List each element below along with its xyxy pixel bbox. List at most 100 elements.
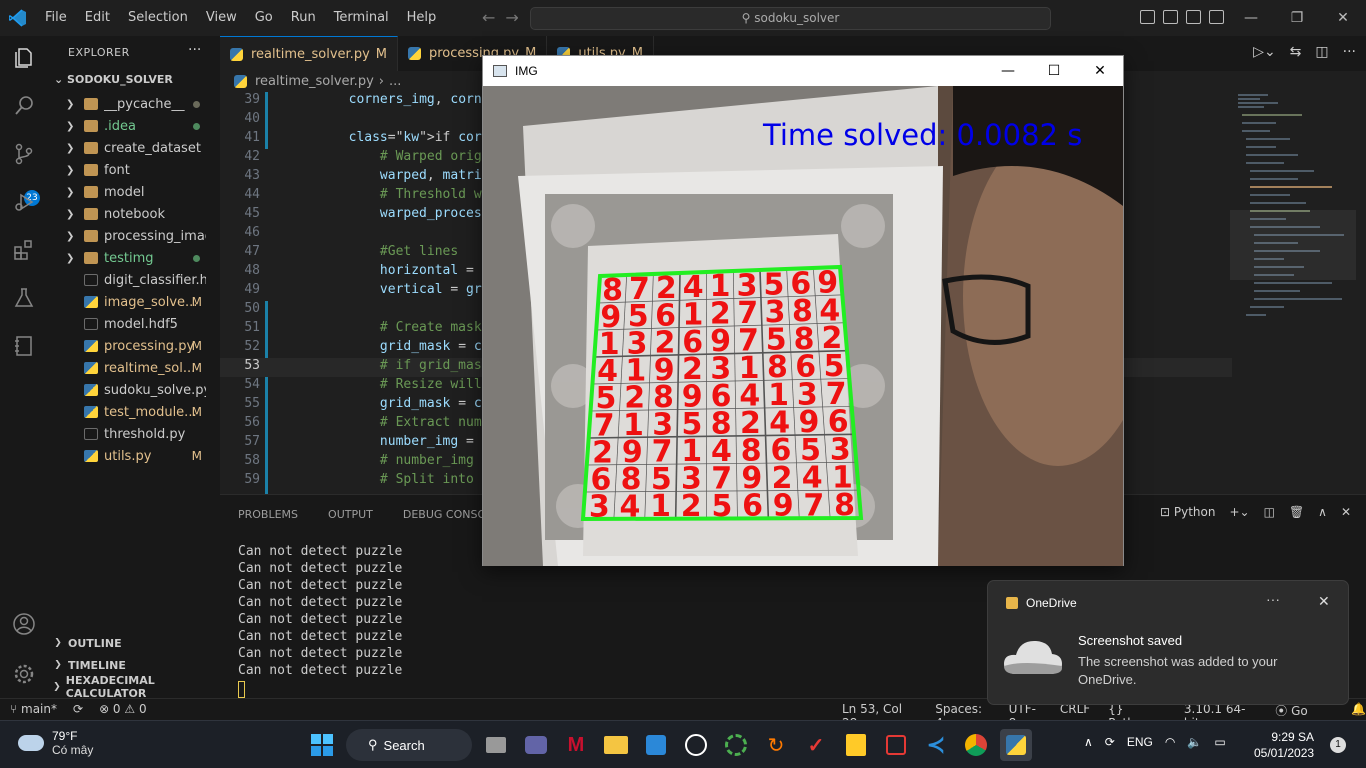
breadcrumb[interactable]: realtime_solver.py › ...: [234, 74, 401, 89]
outline-section[interactable]: ❯ OUTLINE: [48, 632, 220, 654]
more-actions-icon[interactable]: ···: [1343, 44, 1356, 60]
problems-status[interactable]: ⊗ 0 ⚠ 0: [99, 702, 147, 716]
terminal-shell-selector[interactable]: ⊡ Python: [1160, 505, 1215, 519]
tab-output[interactable]: OUTPUT: [328, 508, 373, 521]
tree-item[interactable]: digit_classifier.h5: [48, 269, 220, 291]
keyboard-language[interactable]: ENG: [1127, 735, 1153, 749]
menu-selection[interactable]: Selection: [119, 0, 197, 36]
split-terminal-icon[interactable]: ◫: [1264, 505, 1275, 519]
sync-icon[interactable]: ⟳: [1105, 735, 1115, 749]
menu-go[interactable]: Go: [246, 0, 282, 36]
maximize-panel-icon[interactable]: ∧: [1318, 505, 1327, 519]
terminal-output[interactable]: Can not detect puzzle Can not detect puzz…: [238, 543, 402, 698]
testing-flask-icon[interactable]: [12, 286, 36, 310]
hex-calculator-section[interactable]: ❯ HEXADECIMAL CALCULATOR: [48, 674, 220, 700]
toggle-panel-icon[interactable]: [1163, 10, 1178, 24]
split-editor-icon[interactable]: ◫: [1315, 44, 1328, 60]
task-view-icon[interactable]: [480, 729, 512, 761]
timeline-section[interactable]: ❯ TIMELINE: [48, 654, 220, 676]
python-taskbar-icon[interactable]: [1000, 729, 1032, 761]
minimize-button[interactable]: —: [1228, 0, 1274, 36]
windows-start-icon[interactable]: [306, 729, 338, 761]
menu-view[interactable]: View: [197, 0, 246, 36]
menu-terminal[interactable]: Terminal: [325, 0, 398, 36]
tree-item[interactable]: ❯ create_dataset: [48, 137, 220, 159]
tree-item[interactable]: threshold.py: [48, 423, 220, 445]
img-maximize-button[interactable]: ☐: [1031, 56, 1077, 86]
explorer-icon[interactable]: [12, 46, 36, 70]
source-control-icon[interactable]: [12, 142, 36, 166]
menu-run[interactable]: Run: [282, 0, 325, 36]
toggle-secondary-sidebar-icon[interactable]: [1186, 10, 1201, 24]
tree-item[interactable]: test_module... M: [48, 401, 220, 423]
workspace-root[interactable]: ⌄ SODOKU_SOLVER: [54, 73, 173, 86]
tree-item[interactable]: image_solve... M: [48, 291, 220, 313]
notification-close-icon[interactable]: ✕: [1318, 593, 1330, 610]
snipping-tool-icon[interactable]: [880, 729, 912, 761]
search-icon[interactable]: [12, 94, 36, 118]
run-debug-icon[interactable]: [12, 190, 36, 214]
tree-item[interactable]: processing.py M: [48, 335, 220, 357]
chrome-icon[interactable]: [960, 729, 992, 761]
tree-item[interactable]: ❯ font: [48, 159, 220, 181]
taskbar-search-button[interactable]: ⚲ Search: [346, 729, 472, 761]
file-explorer-icon[interactable]: [600, 729, 632, 761]
customize-layout-icon[interactable]: [1209, 10, 1224, 24]
more-actions-icon[interactable]: ···: [188, 42, 201, 58]
red-app-icon[interactable]: ✓: [800, 729, 832, 761]
sync-icon[interactable]: ⟳: [73, 702, 83, 716]
menu-edit[interactable]: Edit: [76, 0, 119, 36]
notification-count-badge[interactable]: 1: [1330, 737, 1346, 753]
tray-overflow-icon[interactable]: ∧: [1084, 735, 1093, 749]
onedrive-notification[interactable]: OneDrive ··· ✕ Screenshot saved The scre…: [987, 580, 1349, 705]
img-minimize-button[interactable]: —: [985, 56, 1031, 86]
restore-button[interactable]: ❐: [1274, 0, 1320, 36]
new-terminal-icon[interactable]: +⌄: [1229, 505, 1249, 519]
tab-problems[interactable]: PROBLEMS: [238, 508, 298, 521]
weather-widget[interactable]: 79°F Có mây: [18, 729, 93, 757]
editor-tab[interactable]: realtime_solver.py M: [220, 36, 398, 71]
close-panel-icon[interactable]: ✕: [1341, 505, 1351, 519]
tree-item[interactable]: utils.py M: [48, 445, 220, 467]
minimap[interactable]: [1230, 92, 1356, 494]
tree-item[interactable]: sudoku_solve.py: [48, 379, 220, 401]
taskbar-clock[interactable]: 9:29 SA 05/01/2023: [1254, 729, 1314, 761]
command-center-search[interactable]: ⚲ sodoku_solver: [530, 7, 1051, 30]
microsoft-store-icon[interactable]: [640, 729, 672, 761]
run-icon[interactable]: ▷⌄: [1253, 44, 1276, 60]
tree-item[interactable]: realtime_sol... M: [48, 357, 220, 379]
files-app-icon[interactable]: [840, 729, 872, 761]
close-button[interactable]: ✕: [1320, 0, 1366, 36]
tree-item[interactable]: ❯ processing_image: [48, 225, 220, 247]
vscode-taskbar-icon[interactable]: ≺: [920, 729, 952, 761]
layout-controls[interactable]: [1140, 10, 1224, 24]
compare-icon[interactable]: ⇆: [1290, 44, 1302, 60]
branch-status[interactable]: ⑂ main*: [10, 702, 57, 716]
notebook-icon[interactable]: [12, 334, 36, 358]
notification-more-icon[interactable]: ···: [1266, 591, 1280, 607]
wifi-icon[interactable]: ◠: [1165, 735, 1175, 749]
trash-icon[interactable]: 🗑: [1289, 505, 1304, 519]
toggle-sidebar-icon[interactable]: [1140, 10, 1155, 24]
nav-arrows[interactable]: ←→: [482, 8, 529, 27]
video-call-app-icon[interactable]: [520, 729, 552, 761]
tree-item[interactable]: ❯ .idea: [48, 115, 220, 137]
tree-item[interactable]: ❯ testimg: [48, 247, 220, 269]
accounts-icon[interactable]: [12, 612, 36, 636]
tree-item[interactable]: ❯ model: [48, 181, 220, 203]
mcafee-icon[interactable]: M: [560, 729, 592, 761]
code-text: number_img = c: [379, 434, 490, 449]
menu-file[interactable]: File: [36, 0, 76, 36]
tree-item[interactable]: ❯ notebook: [48, 203, 220, 225]
extensions-icon[interactable]: [12, 238, 36, 262]
tree-item[interactable]: ❯ __pycache__: [48, 93, 220, 115]
menu-help[interactable]: Help: [398, 0, 446, 36]
orange-app-icon[interactable]: ↻: [760, 729, 792, 761]
img-close-button[interactable]: ✕: [1077, 56, 1123, 86]
github-desktop-icon[interactable]: [680, 729, 712, 761]
battery-icon[interactable]: ▭: [1214, 735, 1225, 749]
volume-icon[interactable]: 🔈: [1187, 735, 1202, 749]
tree-item[interactable]: model.hdf5: [48, 313, 220, 335]
settings-gear-icon[interactable]: [12, 662, 36, 686]
spinner-app-icon[interactable]: [720, 729, 752, 761]
